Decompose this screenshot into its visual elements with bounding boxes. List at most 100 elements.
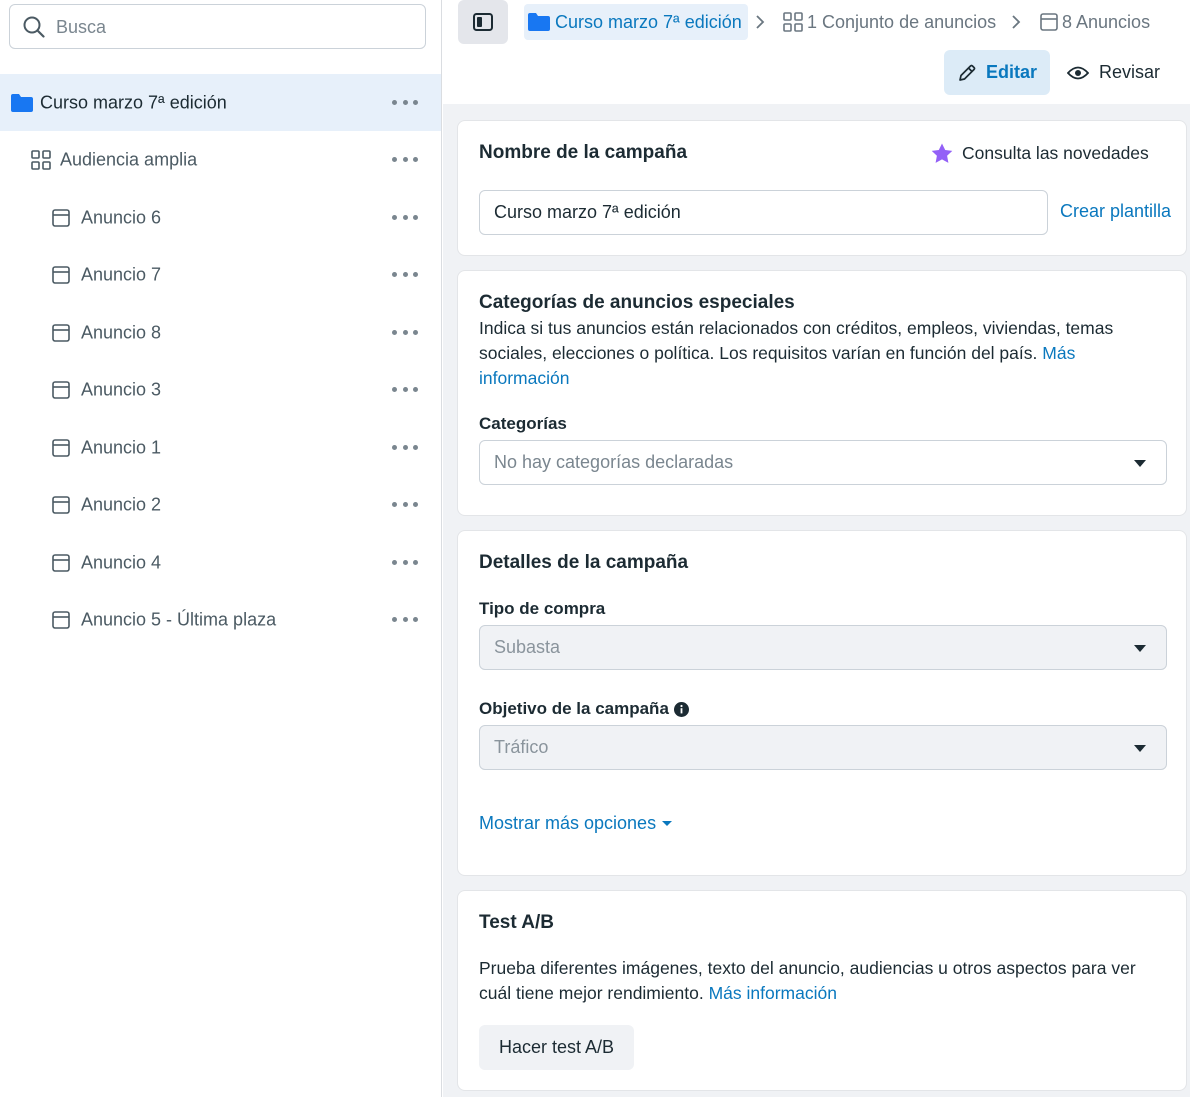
- special-categories-description: Indica si tus anuncios están relacionado…: [479, 316, 1139, 391]
- folder-icon: [11, 93, 33, 112]
- tree-item-label: Anuncio 4: [81, 552, 162, 572]
- tree-item-label: Anuncio 7: [81, 264, 162, 284]
- grid-icon: [31, 149, 51, 170]
- ad-icon: [52, 553, 70, 572]
- ad-icon: [52, 380, 70, 399]
- info-icon[interactable]: [673, 701, 689, 717]
- tree-item-adset[interactable]: Audiencia amplia: [0, 131, 441, 188]
- top-bar: Curso marzo 7ª edición 1 Conjunto de anu…: [443, 0, 1190, 104]
- grid-icon: [783, 12, 803, 32]
- more-options-icon[interactable]: [392, 501, 418, 509]
- card-title: Test A/B: [479, 912, 554, 933]
- review-button[interactable]: Revisar: [1067, 50, 1167, 95]
- more-options-icon[interactable]: [392, 559, 418, 567]
- tree-item-ad[interactable]: Anuncio 1: [0, 419, 441, 476]
- field-label: Tipo de compra: [479, 599, 606, 618]
- breadcrumb-campaign-label: Curso marzo 7ª edición: [555, 11, 742, 32]
- tree-item-label: Anuncio 8: [81, 322, 162, 342]
- create-template-link[interactable]: Crear plantilla: [1060, 201, 1171, 222]
- more-options-icon[interactable]: [392, 156, 418, 164]
- edit-button[interactable]: Editar: [944, 50, 1050, 95]
- review-button-label: Revisar: [1099, 62, 1161, 82]
- card-title: Detalles de la campaña: [479, 552, 689, 573]
- dropdown-value: Subasta: [494, 637, 561, 657]
- tree-item-label: Anuncio 6: [81, 207, 162, 227]
- breadcrumb-adset-label: 1 Conjunto de anuncios: [807, 11, 997, 32]
- more-options-icon[interactable]: [392, 329, 418, 337]
- tree-item-label: Curso marzo 7ª edición: [40, 92, 227, 112]
- more-options-icon[interactable]: [392, 214, 418, 222]
- description-text: Indica si tus anuncios están relacionado…: [479, 318, 1114, 363]
- tree-item-label: Anuncio 1: [81, 437, 162, 457]
- tree-item-ad[interactable]: Anuncio 5 - Última plaza: [0, 591, 441, 648]
- ad-icon: [52, 610, 70, 629]
- more-info-link[interactable]: Más información: [709, 983, 837, 1003]
- special-categories-card: Categorías de anuncios especiales Indica…: [457, 270, 1187, 516]
- tree-item-label: Anuncio 5 - Última plaza: [81, 609, 277, 629]
- tree-item-ad[interactable]: Anuncio 4: [0, 534, 441, 591]
- ad-icon: [52, 323, 70, 342]
- tree-item-ad[interactable]: Anuncio 7: [0, 246, 441, 303]
- ab-test-card: Test A/B Prueba diferentes imágenes, tex…: [457, 890, 1187, 1091]
- search-input[interactable]: [54, 11, 414, 43]
- tree-item-ad[interactable]: Anuncio 2: [0, 476, 441, 533]
- dropdown-value: Tráfico: [494, 737, 549, 757]
- breadcrumb-ads-label: 8 Anuncios: [1062, 11, 1151, 32]
- more-options-icon[interactable]: [392, 99, 418, 107]
- show-more-options-link[interactable]: Mostrar más opciones: [479, 813, 673, 834]
- tree-item-label: Audiencia amplia: [60, 149, 198, 169]
- tree-item-campaign[interactable]: Curso marzo 7ª edición: [0, 74, 441, 131]
- more-options-icon[interactable]: [392, 271, 418, 279]
- ad-icon: [52, 438, 70, 457]
- buy-type-dropdown[interactable]: Subasta: [479, 625, 1167, 670]
- dropdown-value: No hay categorías declaradas: [494, 452, 734, 472]
- tree-item-ad[interactable]: Anuncio 6: [0, 189, 441, 246]
- caret-down-icon: [1134, 744, 1146, 752]
- chevron-right-icon: [756, 15, 765, 29]
- edit-button-label: Editar: [985, 62, 1037, 82]
- toggle-sidebar-button[interactable]: [458, 0, 508, 44]
- more-options-icon[interactable]: [392, 444, 418, 452]
- search-box[interactable]: [9, 4, 426, 49]
- ad-icon: [52, 265, 70, 284]
- ad-icon: [1040, 13, 1058, 31]
- objective-dropdown[interactable]: Tráfico: [479, 725, 1167, 770]
- campaign-name-card: Nombre de la campaña Consulta las noveda…: [457, 120, 1187, 256]
- ad-icon: [52, 208, 70, 227]
- card-title: Categorías de anuncios especiales: [479, 292, 795, 313]
- caret-down-icon: [1134, 644, 1146, 652]
- breadcrumb-campaign[interactable]: Curso marzo 7ª edición: [524, 4, 748, 40]
- chevron-right-icon: [1012, 15, 1021, 29]
- main-panel: Curso marzo 7ª edición 1 Conjunto de anu…: [443, 0, 1190, 1097]
- ab-test-button[interactable]: Hacer test A/B: [479, 1025, 635, 1070]
- campaign-details-card: Detalles de la campaña Tipo de compra Su…: [457, 530, 1187, 876]
- ab-test-description: Prueba diferentes imágenes, texto del an…: [479, 956, 1171, 1006]
- campaign-name-input[interactable]: [479, 190, 1048, 235]
- eye-icon: [1067, 66, 1089, 79]
- folder-icon: [528, 13, 550, 31]
- show-more-options-label: Mostrar más opciones: [479, 813, 657, 833]
- objective-label-row: Objetivo de la campaña: [479, 699, 689, 719]
- star-icon: [931, 143, 953, 163]
- tree-item-label: Anuncio 3: [81, 379, 162, 399]
- more-options-icon[interactable]: [392, 616, 418, 624]
- more-options-icon[interactable]: [392, 386, 418, 394]
- breadcrumb-ads[interactable]: 8 Anuncios: [1040, 4, 1150, 40]
- tree-item-label: Anuncio 2: [81, 494, 162, 514]
- sidebar-toggle-icon: [473, 13, 493, 31]
- news-label: Consulta las novedades: [962, 143, 1149, 163]
- caret-down-icon: [1134, 459, 1146, 467]
- tree-item-ad[interactable]: Anuncio 8: [0, 304, 441, 361]
- pencil-icon: [959, 64, 976, 81]
- ad-icon: [52, 495, 70, 514]
- search-icon: [23, 16, 45, 38]
- news-link[interactable]: Consulta las novedades: [931, 143, 1149, 164]
- breadcrumb-adset[interactable]: 1 Conjunto de anuncios: [783, 4, 996, 40]
- categories-dropdown[interactable]: No hay categorías declaradas: [479, 440, 1167, 485]
- tree-item-ad[interactable]: Anuncio 3: [0, 361, 441, 418]
- card-title: Nombre de la campaña: [479, 142, 688, 163]
- caret-down-icon: [662, 821, 673, 826]
- field-label: Objetivo de la campaña: [479, 699, 669, 718]
- sidebar: Curso marzo 7ª edición Audiencia amplia …: [0, 0, 442, 1097]
- field-label: Categorías: [479, 414, 567, 433]
